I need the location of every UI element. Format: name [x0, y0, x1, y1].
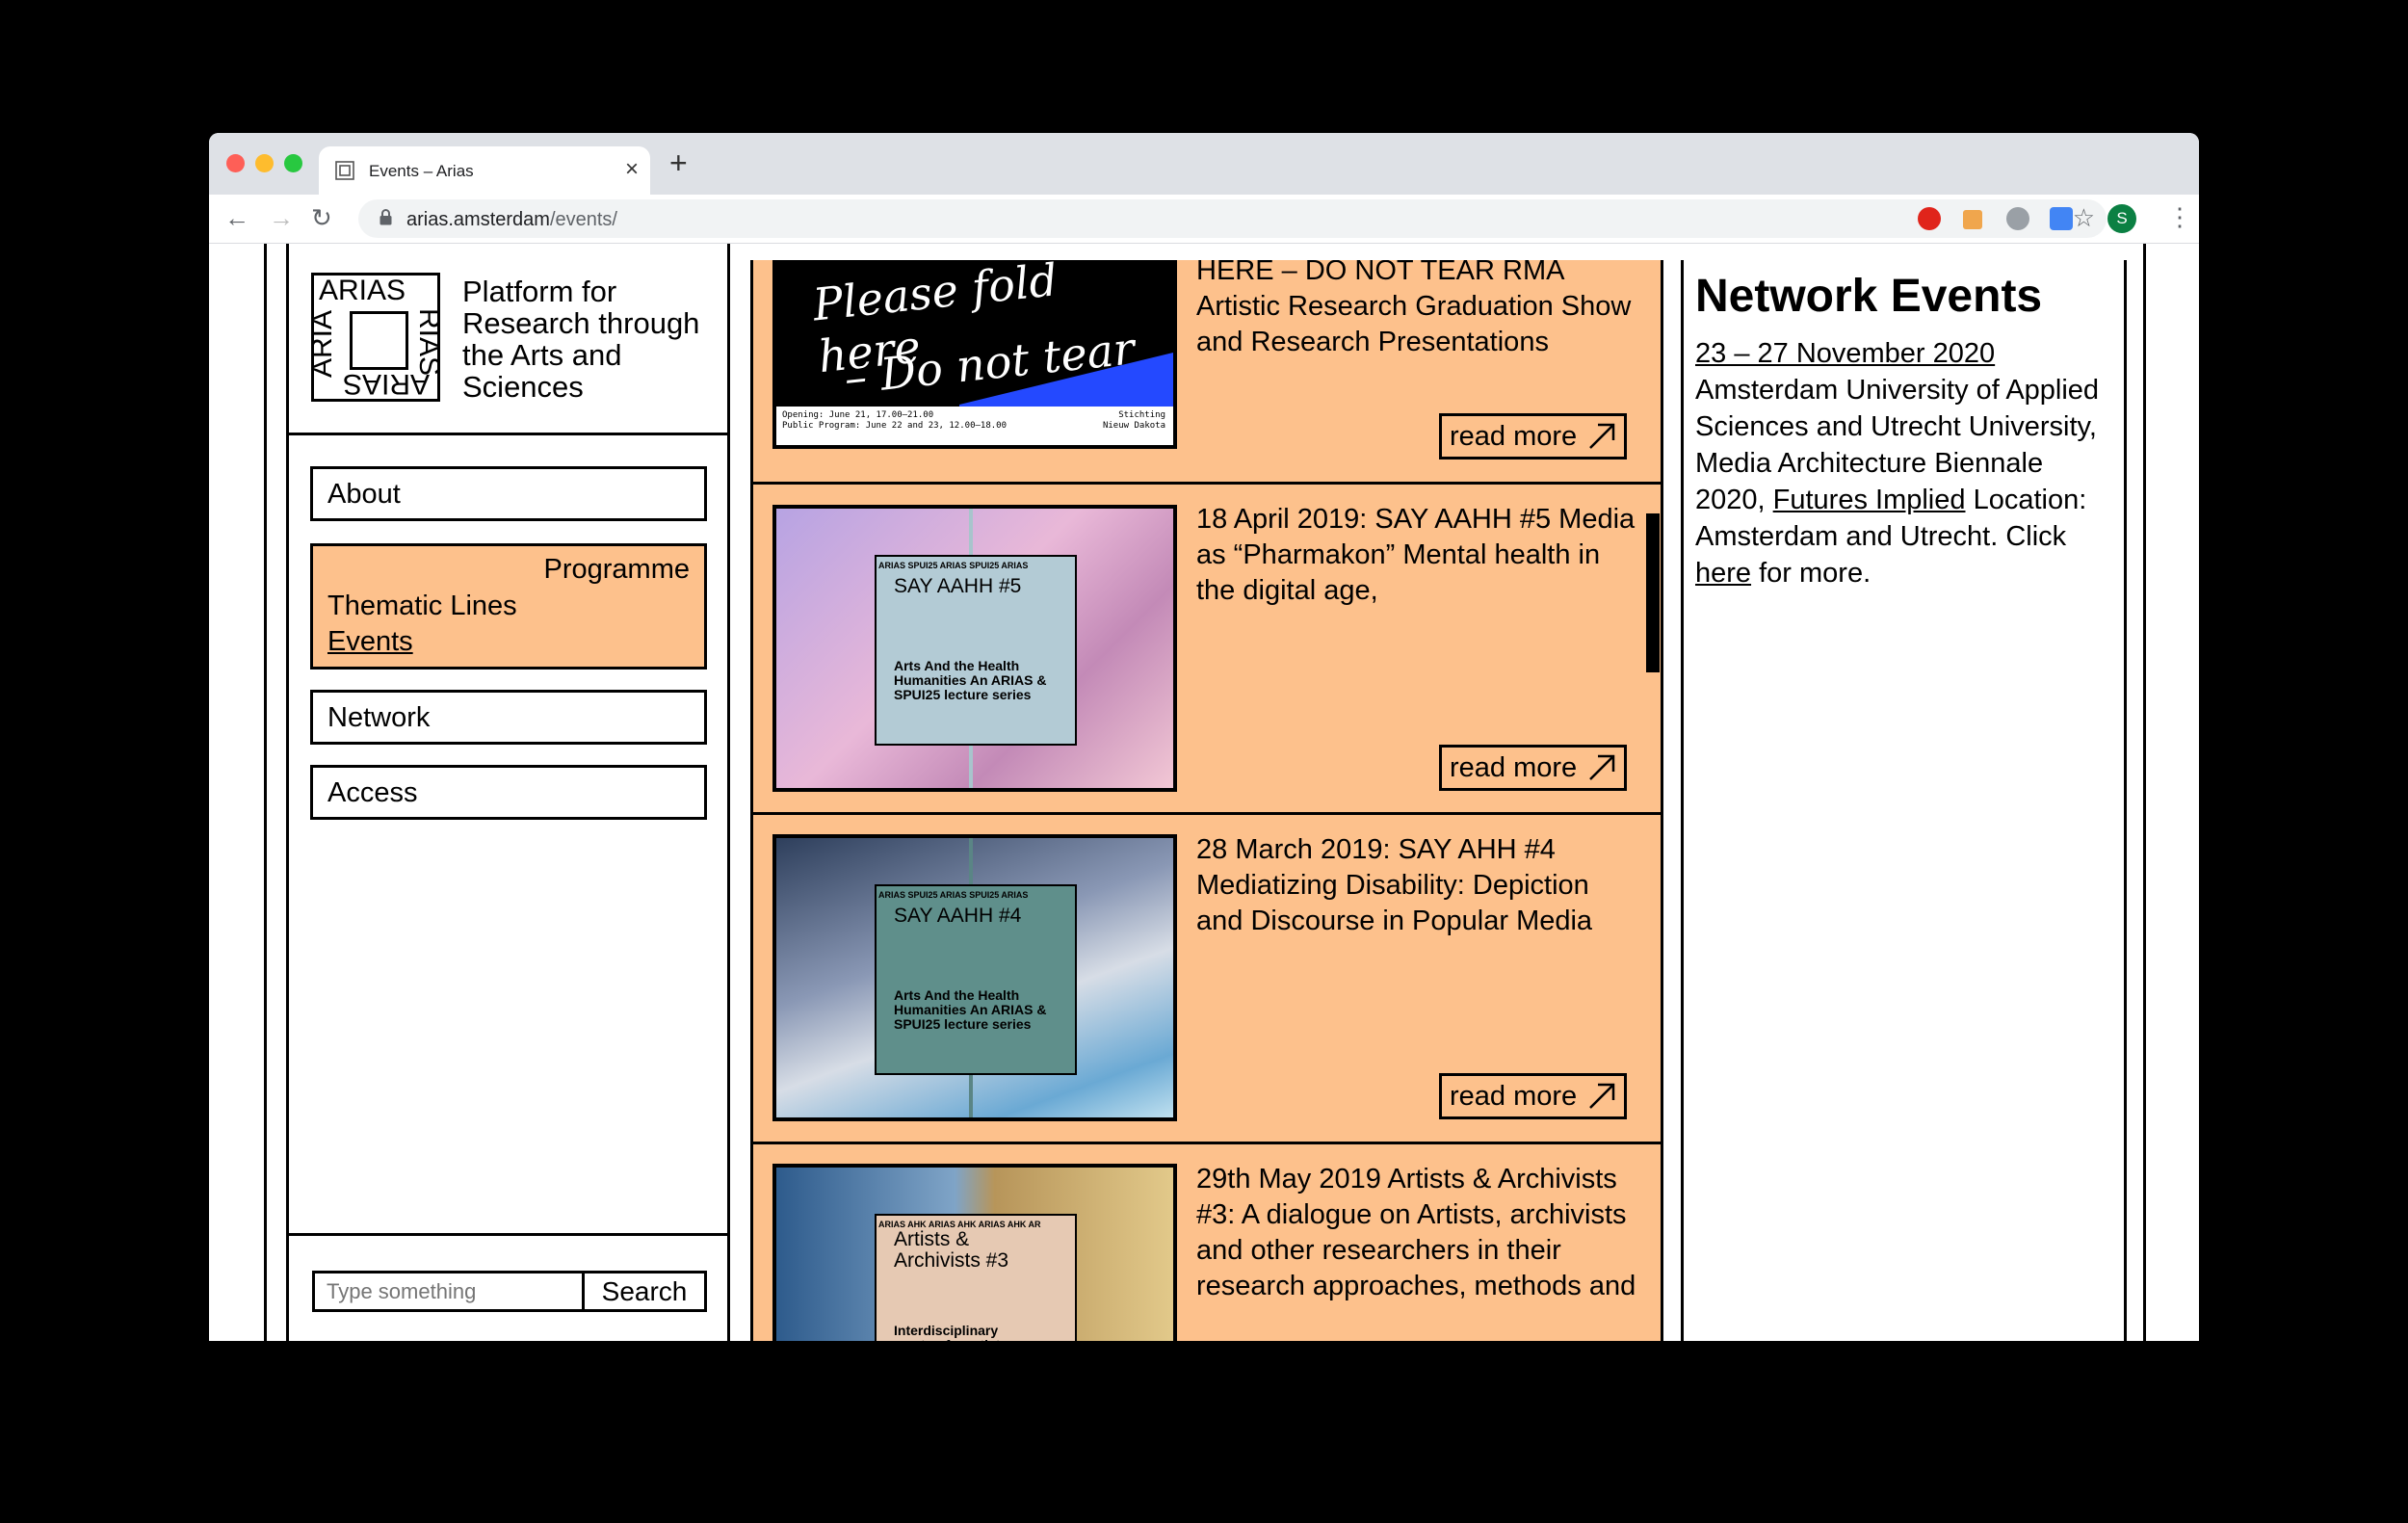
poster-heading: SAY AAHH #5: [894, 575, 1022, 597]
address-bar[interactable]: arias.amsterdam/events/ ☆: [358, 199, 2107, 238]
arrow-up-right-icon: [1589, 1083, 1615, 1109]
maximize-window-button[interactable]: [284, 154, 302, 172]
sidebar-divider: [289, 433, 727, 435]
nav-programme-group: Programme Thematic Lines Events: [310, 543, 707, 670]
feed-scrollbar[interactable]: [1646, 513, 1660, 672]
reload-icon[interactable]: ↻: [311, 203, 332, 232]
eyedropper-extension-icon[interactable]: [1963, 210, 1982, 229]
read-more-label: read more: [1450, 752, 1578, 783]
close-window-button[interactable]: [226, 154, 245, 172]
poster-body: Arts And the Health Humanities An ARIAS …: [894, 658, 1047, 702]
translate-extension-icon[interactable]: [2050, 207, 2073, 230]
tab-close-icon[interactable]: ×: [625, 157, 639, 182]
search-input[interactable]: [312, 1271, 585, 1312]
page-frame-left: [264, 244, 267, 1341]
network-events-title: Network Events: [1695, 271, 2043, 322]
arias-logo[interactable]: ARIAS ARIAS ARIA RIAS: [306, 273, 445, 402]
opera-extension-icon[interactable]: [1918, 207, 1941, 230]
poster-info-left-1: Opening: June 21, 17.00–21.00: [782, 410, 934, 420]
bookmark-star-icon[interactable]: ☆: [2073, 203, 2095, 233]
sidebar: ARIAS ARIAS ARIA RIAS Platform for Resea…: [286, 244, 730, 1341]
logo-text-right: RIAS: [412, 307, 445, 377]
browser-window: Events – Arias × + ← → ↻ arias.amsterdam…: [209, 133, 2199, 1341]
poster-strip-text: ARIAS SPUI25 ARIAS SPUI25 ARIAS: [878, 890, 1029, 900]
event-title[interactable]: 28 March 2019: SAY AHH #4 Mediatizing Di…: [1196, 832, 1639, 939]
futures-implied-link[interactable]: Futures Implied: [1773, 485, 1966, 515]
events-feed: Please fold here – Do not tear Opening: …: [750, 260, 1663, 1341]
event-card: Please fold here – Do not tear Opening: …: [753, 260, 1661, 485]
event-card: ARIAS AHK ARIAS AHK ARIAS AHK AR Artists…: [753, 1144, 1661, 1341]
read-more-label: read more: [1450, 421, 1578, 452]
browser-toolbar: ← → ↻ arias.amsterdam/events/ ☆ S ⋮: [209, 195, 2199, 244]
poster-body: Interdisciplinary meetup for artists: [894, 1323, 1008, 1342]
poster-heading: SAY AAHH #4: [894, 905, 1022, 927]
blue-fold-shape: [959, 352, 1173, 409]
nav-about[interactable]: About: [310, 466, 707, 521]
site-tagline: Platform for Research through the Arts a…: [462, 275, 700, 404]
poster-info-right-1: Stichting: [1118, 410, 1165, 420]
read-more-button[interactable]: read more: [1439, 413, 1627, 460]
url-text: arias.amsterdam/events/: [406, 209, 617, 230]
browser-menu-icon[interactable]: ⋮: [2167, 202, 2192, 231]
here-link[interactable]: here: [1695, 558, 1751, 589]
poster-info-right-2: Nieuw Dakota: [1102, 421, 1165, 431]
minimize-window-button[interactable]: [255, 154, 274, 172]
new-tab-icon[interactable]: +: [669, 146, 688, 179]
web-page: ARIAS ARIAS ARIA RIAS Platform for Resea…: [209, 244, 2199, 1341]
network-event-text-3: for more.: [1759, 558, 1871, 589]
event-title[interactable]: 29th May 2019 Artists & Archivists #3: A…: [1196, 1162, 1639, 1304]
browser-tab[interactable]: Events – Arias ×: [319, 146, 650, 195]
poster-info-band: Opening: June 21, 17.00–21.00 Public Pro…: [776, 407, 1173, 445]
globe-extension-icon[interactable]: [2006, 207, 2029, 230]
network-events-body: 23 – 27 November 2020 Amsterdam Universi…: [1695, 335, 2119, 591]
poster-info-left-2: Public Program: June 22 and 23, 12.00–18…: [782, 421, 1007, 431]
nav-programme[interactable]: Programme: [544, 554, 691, 586]
event-title[interactable]: 18 April 2019: SAY AAHH #5 Media as “Pha…: [1196, 502, 1639, 609]
nav-events[interactable]: Events: [327, 626, 413, 658]
network-event-date-link[interactable]: 23 – 27 November 2020: [1695, 338, 1995, 369]
poster-card: ARIAS SPUI25 ARIAS SPUI25 ARIAS SAY AAHH…: [875, 884, 1077, 1075]
nav-network[interactable]: Network: [310, 690, 707, 745]
lock-icon: [380, 209, 392, 225]
back-icon[interactable]: ←: [224, 203, 249, 232]
sidebar-bottom-divider: [289, 1233, 727, 1236]
arrow-up-right-icon: [1589, 423, 1615, 449]
poster-card: ARIAS SPUI25 ARIAS SPUI25 ARIAS SAY AAHH…: [875, 555, 1077, 746]
event-thumbnail[interactable]: ARIAS AHK ARIAS AHK ARIAS AHK AR Artists…: [772, 1164, 1177, 1341]
tab-title: Events – Arias: [369, 162, 474, 180]
event-card: ARIAS SPUI25 ARIAS SPUI25 ARIAS SAY AAHH…: [753, 485, 1661, 815]
poster-card: ARIAS AHK ARIAS AHK ARIAS AHK AR Artists…: [875, 1214, 1077, 1341]
logo-text-left: ARIA: [306, 309, 339, 379]
logo-text-top: ARIAS: [319, 275, 406, 306]
nav-thematic-lines[interactable]: Thematic Lines: [327, 591, 517, 622]
event-thumbnail[interactable]: ARIAS SPUI25 ARIAS SPUI25 ARIAS SAY AAHH…: [772, 505, 1177, 792]
nav-access[interactable]: Access: [310, 765, 707, 820]
event-thumbnail[interactable]: Please fold here – Do not tear Opening: …: [772, 260, 1177, 449]
page-favicon-icon: [335, 161, 354, 180]
event-thumbnail[interactable]: ARIAS SPUI25 ARIAS SPUI25 ARIAS SAY AAHH…: [772, 834, 1177, 1121]
poster-strip-text: ARIAS SPUI25 ARIAS SPUI25 ARIAS: [878, 561, 1029, 570]
poster-heading: Artists & Archivists #3: [894, 1228, 1009, 1272]
profile-avatar[interactable]: S: [2107, 204, 2136, 233]
event-card: ARIAS SPUI25 ARIAS SPUI25 ARIAS SAY AAHH…: [753, 815, 1661, 1144]
read-more-label: read more: [1450, 1081, 1578, 1112]
tab-strip: Events – Arias × +: [209, 133, 2199, 195]
read-more-button[interactable]: read more: [1439, 1073, 1627, 1119]
event-title[interactable]: HERE – DO NOT TEAR RMA Artistic Research…: [1196, 260, 1639, 360]
read-more-button[interactable]: read more: [1439, 745, 1627, 791]
network-events-panel: Network Events 23 – 27 November 2020 Ams…: [1681, 260, 2127, 1341]
logo-inner-square: [350, 311, 408, 370]
search-button[interactable]: Search: [582, 1271, 707, 1312]
forward-icon[interactable]: →: [269, 203, 294, 232]
arrow-up-right-icon: [1589, 754, 1615, 780]
page-frame-right: [2143, 244, 2146, 1341]
poster-body: Arts And the Health Humanities An ARIAS …: [894, 987, 1047, 1032]
